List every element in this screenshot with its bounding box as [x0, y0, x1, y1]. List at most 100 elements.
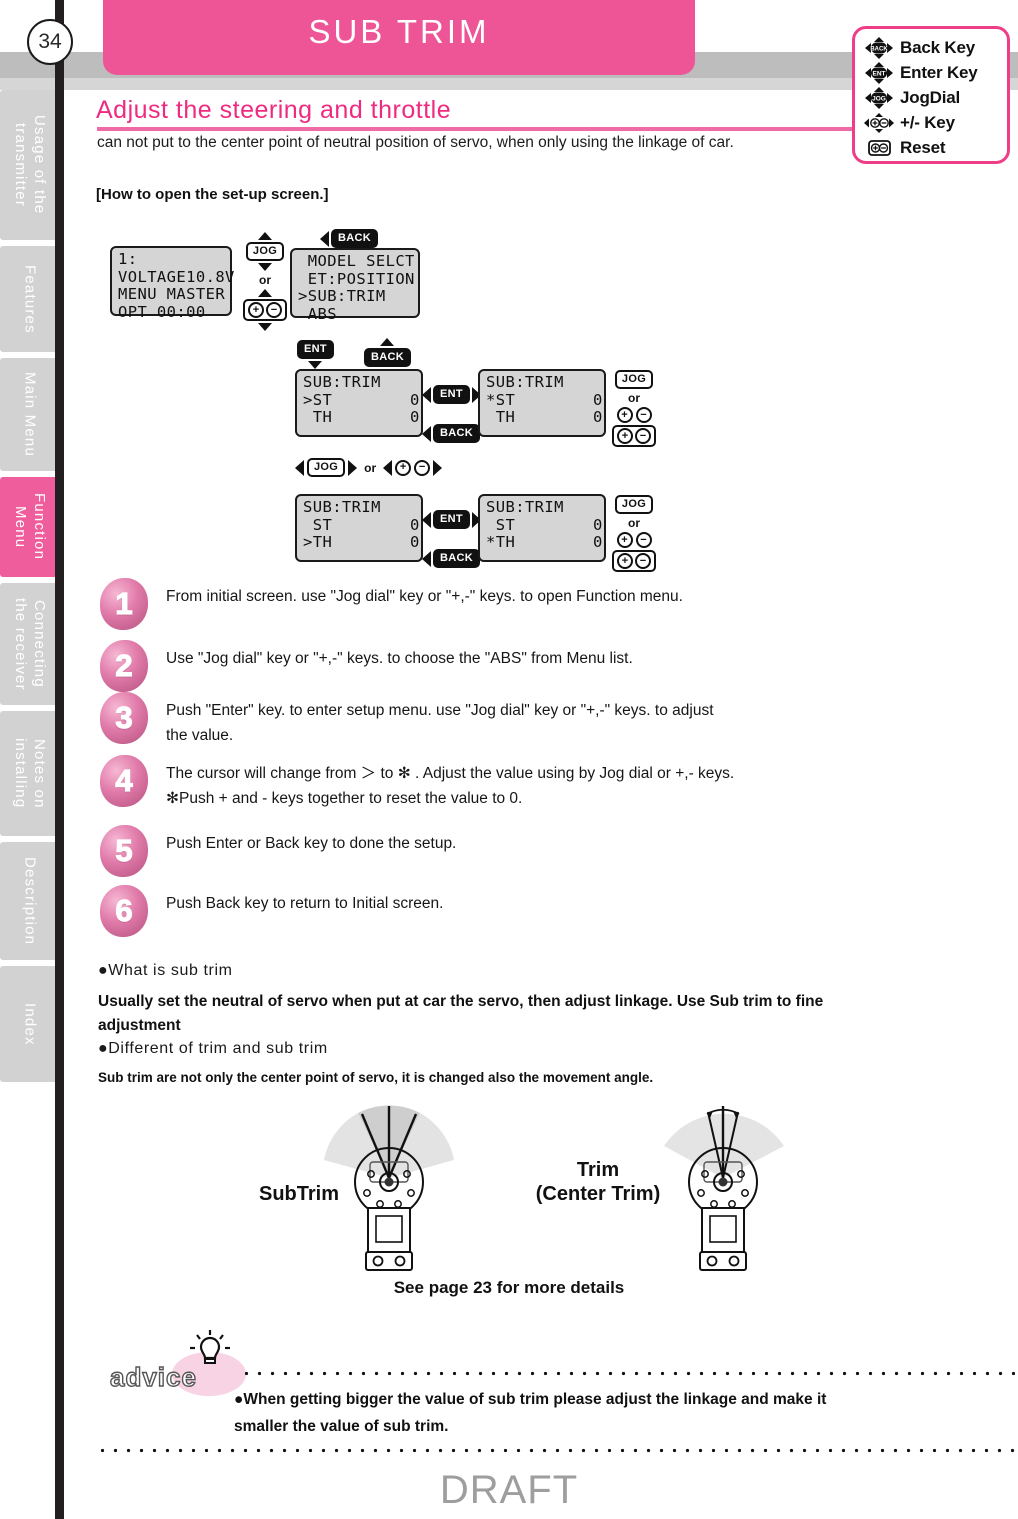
- sidebar-item-function-menu[interactable]: Function Menu: [0, 477, 58, 577]
- svg-text:BACK: BACK: [870, 46, 888, 52]
- reset-key-icon: + −: [612, 425, 656, 447]
- step-text: The cursor will change from ＞ to ✻ . Adj…: [166, 765, 735, 807]
- step-text: Push Enter or Back key to done the setup…: [166, 835, 457, 852]
- enter-button-icon: ENT: [433, 510, 470, 529]
- explain-paragraph-2: Sub trim are not only the center point o…: [98, 1070, 654, 1085]
- step-number-badge: 4: [100, 755, 148, 807]
- minus-icon: −: [635, 553, 651, 569]
- plus-minus-icon: + −: [243, 299, 287, 321]
- sidebar-item-connecting-the-receiver[interactable]: Connecting the receiver: [0, 583, 58, 705]
- lcd-menu-list: MODEL SELCT ET:POSITION >SUB:TRIM ABS: [290, 248, 420, 322]
- page-title-banner: SUB TRIM: [103, 0, 695, 75]
- minus-icon: −: [635, 407, 652, 423]
- jog-button-icon: JOG: [614, 370, 654, 389]
- page-title: SUB TRIM: [308, 13, 490, 50]
- connector-back-left-th: BACK: [422, 549, 480, 568]
- step-number-badge: 5: [100, 825, 148, 877]
- sidebar-item-label: Connecting the receiver: [12, 597, 48, 691]
- arrow-up-icon: [258, 232, 272, 240]
- legend-label: Reset: [900, 137, 946, 157]
- plus-icon: +: [248, 302, 264, 318]
- adjust-controls-th: JOG or + − + −: [612, 495, 656, 572]
- arrow-left-icon: [422, 425, 431, 442]
- advice-dotted-rule-top: [240, 1371, 1015, 1376]
- or-label: or: [364, 460, 377, 475]
- arrow-down-icon: [258, 263, 272, 271]
- page-number: 34: [27, 19, 73, 65]
- sidebar-item-label: Features: [21, 264, 39, 334]
- servo-diagram-trim: [664, 1106, 784, 1271]
- back-button-icon: BACK: [364, 348, 411, 367]
- arrow-right-icon: [348, 459, 358, 476]
- draft-watermark: DRAFT: [439, 1468, 579, 1512]
- svg-text:JOG: JOG: [872, 95, 886, 102]
- sidebar-item-main-menu[interactable]: Main Menu: [0, 358, 58, 471]
- sidebar-item-index[interactable]: Index: [0, 966, 58, 1082]
- legend-row-reset: Reset: [862, 135, 1003, 160]
- binding-spine: [55, 0, 64, 1519]
- lcd-subtrim-st-cursor: SUB:TRIM >ST 0 TH 0: [295, 369, 423, 437]
- sidebar-item-label: Description: [21, 856, 39, 946]
- step-text: Push Back key to return to Initial scree…: [166, 895, 444, 912]
- legend-label: JogDial: [900, 87, 961, 107]
- minus-icon: −: [635, 428, 651, 444]
- arrow-up-icon: [380, 338, 395, 346]
- lcd-subtrim-st-selected: SUB:TRIM *ST 0 TH 0: [478, 369, 606, 437]
- plus-icon: +: [616, 407, 633, 423]
- step-number-badge: 2: [100, 640, 148, 692]
- section-heading: Adjust the steering and throttle: [96, 96, 452, 124]
- enter-button-icon: ENT: [297, 340, 334, 359]
- lcd-initial-screen: 1: VOLTAGE10.8V MENU MASTER OPT 00:00: [110, 246, 234, 320]
- manual-page: SUB TRIM 34 Usage of the transmitter Fea…: [0, 0, 1018, 1519]
- minus-icon: −: [414, 459, 431, 476]
- enter-key-icon: ENT: [862, 61, 895, 84]
- arrow-right-icon: [433, 459, 443, 476]
- reset-key-icon: [862, 138, 895, 158]
- plus-icon: +: [616, 532, 633, 548]
- explain-heading-what-is-sub-trim: ●What is sub trim: [98, 962, 233, 979]
- advice-dotted-rule-bottom: [96, 1448, 1016, 1453]
- arrow-left-icon: [422, 511, 431, 528]
- sidebar-item-description[interactable]: Description: [0, 842, 58, 960]
- plus-icon: +: [395, 459, 412, 476]
- legend-label: Enter Key: [900, 62, 978, 82]
- arrow-left-icon: [383, 459, 393, 476]
- legend-row-enter-key: ENT Enter Key: [862, 60, 1003, 85]
- back-button-icon: BACK: [433, 549, 480, 568]
- howto-label: [How to open the set-up screen.]: [96, 186, 329, 203]
- step-text: Use "Jog dial" key or "+,-" keys. to cho…: [166, 650, 633, 667]
- arrow-down-icon: [258, 323, 272, 331]
- sidebar-item-notes-on-installing[interactable]: Notes on installing: [0, 711, 58, 836]
- connector-jog-or-plusminus-vertical: JOG or + −: [243, 232, 287, 331]
- plus-icon: +: [617, 428, 633, 444]
- step-text: From initial screen. use "Jog dial" key …: [166, 588, 683, 605]
- step-number-badge: 1: [100, 578, 148, 630]
- arrow-up-icon: [258, 289, 272, 297]
- arrow-left-icon: [295, 459, 304, 476]
- connector-enter-down: ENT: [297, 340, 334, 369]
- sidebar-item-usage-of-the-transmitter[interactable]: Usage of the transmitter: [0, 90, 58, 240]
- section-heading-rule: [97, 127, 942, 131]
- connector-enter-right-th: ENT: [422, 510, 481, 529]
- key-legend-box: BACK Back Key ENT Enter Key JOG JogDial …: [852, 26, 1010, 164]
- step-number-badge: 6: [100, 885, 148, 937]
- connector-jog-or-plusminus-horizontal: JOG or + −: [295, 458, 443, 477]
- arrow-left-icon: [422, 550, 431, 567]
- arrow-left-icon: [320, 230, 329, 247]
- explain-paragraph-1: Usually set the neutral of servo when pu…: [98, 993, 824, 1034]
- sidebar-item-label: Usage of the transmitter: [12, 115, 48, 215]
- minus-icon: −: [266, 302, 282, 318]
- minus-icon: −: [635, 532, 652, 548]
- sidebar-item-label: Main Menu: [21, 371, 39, 457]
- legend-row-plus-minus-key: +/- Key: [862, 110, 1003, 135]
- back-button-icon: BACK: [433, 424, 480, 443]
- or-label: or: [628, 516, 640, 530]
- advice-label: advice: [109, 1361, 197, 1392]
- sidebar-item-label: Index: [21, 1002, 39, 1046]
- step-text: Push "Enter" key. to enter setup menu. u…: [166, 702, 714, 744]
- sidebar-item-label: Function Menu: [12, 493, 48, 561]
- sidebar-item-features[interactable]: Features: [0, 246, 58, 352]
- lcd-subtrim-th-selected: SUB:TRIM ST 0 *TH 0: [478, 494, 606, 562]
- servo-diagram-subtrim: [324, 1105, 454, 1271]
- back-button-icon: BACK: [331, 229, 378, 248]
